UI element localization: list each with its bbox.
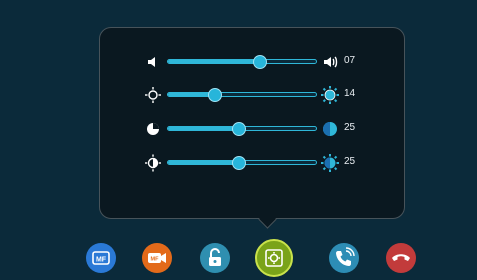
- contrast-row: 25: [100, 119, 404, 139]
- sun-filled-icon: [320, 85, 340, 105]
- saturation-slider-knob[interactable]: [232, 156, 247, 170]
- hangup-icon: [392, 254, 410, 261]
- brightness-value: 14: [344, 88, 356, 99]
- unlock-icon: [209, 248, 221, 266]
- contrast-slider-fill: [168, 127, 240, 130]
- unlock-button[interactable]: [200, 243, 230, 273]
- mf-label: MF: [96, 257, 107, 264]
- volume-row: 07: [100, 52, 404, 72]
- brightness-slider[interactable]: [167, 88, 317, 102]
- speaker-high-icon: [320, 52, 340, 72]
- video-mf-icon: MF: [148, 253, 166, 263]
- mf-button[interactable]: MF: [86, 243, 116, 273]
- settings-button[interactable]: [255, 239, 293, 277]
- volume-slider-fill: [168, 60, 260, 63]
- contrast-value: 25: [344, 122, 356, 133]
- saturation-value: 25: [344, 156, 356, 167]
- saturation-low-icon: [144, 153, 162, 173]
- call-button[interactable]: [329, 243, 359, 273]
- brightness-slider-knob[interactable]: [208, 88, 223, 102]
- saturation-high-icon: [320, 153, 340, 173]
- saturation-slider[interactable]: [167, 156, 317, 170]
- saturation-row: 25: [100, 153, 404, 173]
- volume-value: 07: [344, 55, 356, 66]
- contrast-slider[interactable]: [167, 122, 317, 136]
- volume-slider[interactable]: [167, 55, 317, 69]
- contrast-low-icon: [144, 119, 162, 139]
- bottom-dock: MF MF: [0, 237, 477, 277]
- phone-icon: [336, 247, 355, 266]
- video-mf-label: MF: [151, 257, 160, 263]
- saturation-slider-fill: [168, 161, 240, 164]
- sun-outline-icon: [144, 85, 162, 105]
- speaker-low-icon: [144, 52, 162, 72]
- contrast-slider-knob[interactable]: [232, 122, 247, 136]
- contrast-high-icon: [320, 119, 340, 139]
- volume-slider-knob[interactable]: [252, 55, 267, 69]
- mf-icon: MF: [92, 251, 110, 265]
- settings-icon: [265, 249, 283, 267]
- brightness-row: 14: [100, 85, 404, 105]
- settings-panel: 07 14 25 25: [99, 27, 405, 219]
- video-mf-button[interactable]: MF: [142, 243, 172, 273]
- hangup-button[interactable]: [386, 243, 416, 273]
